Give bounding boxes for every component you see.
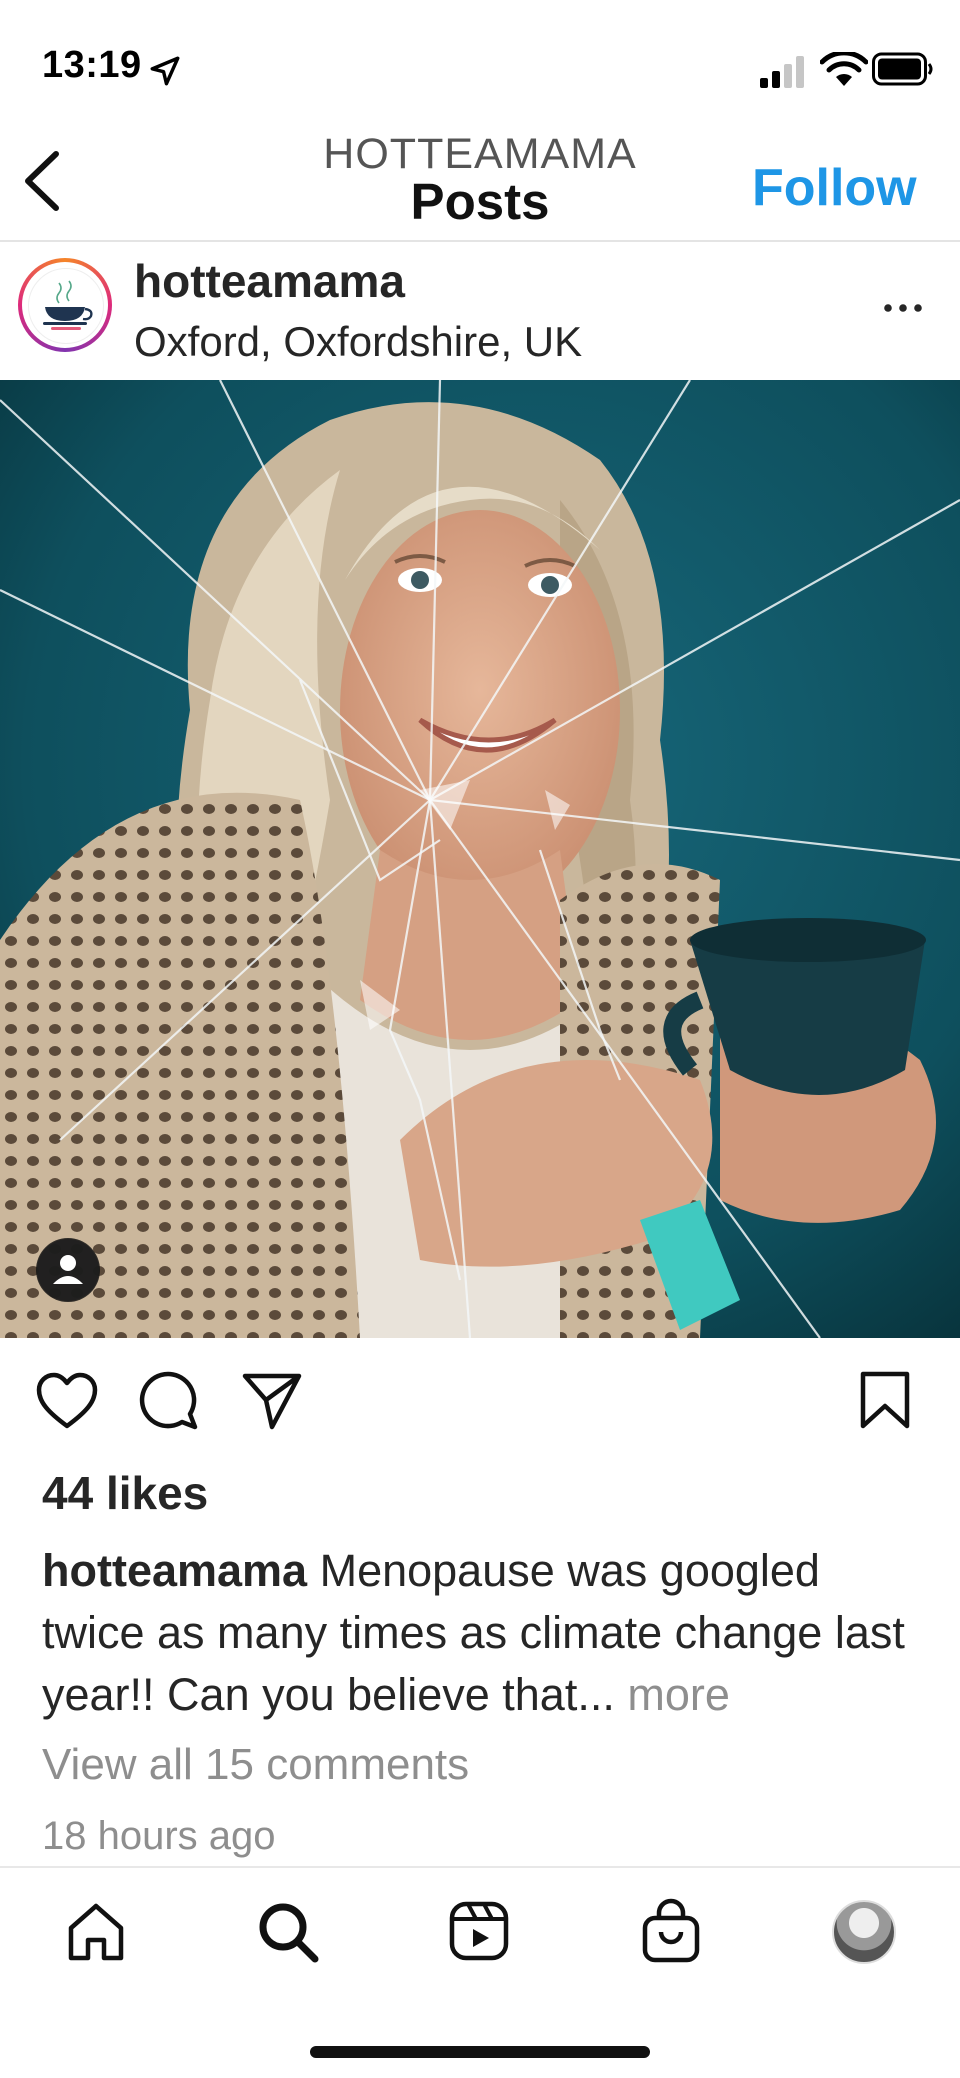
bookmark-icon[interactable] xyxy=(858,1370,912,1430)
post-caption: hotteamama Menopause was googled twice a… xyxy=(42,1540,922,1726)
caption-username[interactable]: hotteamama xyxy=(42,1545,307,1596)
caption-more-link[interactable]: more xyxy=(627,1669,730,1720)
follow-button[interactable]: Follow xyxy=(752,158,917,218)
heart-icon[interactable] xyxy=(36,1372,98,1430)
status-time: 13:19 xyxy=(42,44,142,86)
post-location[interactable]: Oxford, Oxfordshire, UK xyxy=(134,318,582,366)
battery-icon xyxy=(872,52,933,86)
paper-plane-icon[interactable] xyxy=(242,1372,302,1430)
shop-bag-icon[interactable] xyxy=(640,1898,702,1964)
post-username[interactable]: hotteamama xyxy=(134,254,405,308)
cellular-signal-icon xyxy=(760,56,804,88)
comment-bubble-icon[interactable] xyxy=(138,1370,198,1430)
post-photo[interactable] xyxy=(0,380,960,1338)
view-comments-link[interactable]: View all 15 comments xyxy=(42,1740,469,1790)
header-divider xyxy=(0,240,960,242)
like-count[interactable]: 44 likes xyxy=(42,1466,208,1520)
user-tag-icon[interactable] xyxy=(36,1238,100,1302)
more-options-icon[interactable] xyxy=(878,288,928,328)
search-icon[interactable] xyxy=(256,1900,320,1964)
home-indicator[interactable] xyxy=(310,2046,650,2058)
profile-avatar[interactable] xyxy=(832,1900,896,1964)
avatar[interactable] xyxy=(28,268,104,344)
tab-bar-divider xyxy=(0,1866,960,1868)
post-timestamp: 18 hours ago xyxy=(42,1814,276,1858)
wifi-icon xyxy=(820,52,868,86)
home-icon[interactable] xyxy=(66,1902,126,1962)
reels-icon[interactable] xyxy=(448,1900,510,1962)
location-arrow-icon xyxy=(150,56,180,86)
